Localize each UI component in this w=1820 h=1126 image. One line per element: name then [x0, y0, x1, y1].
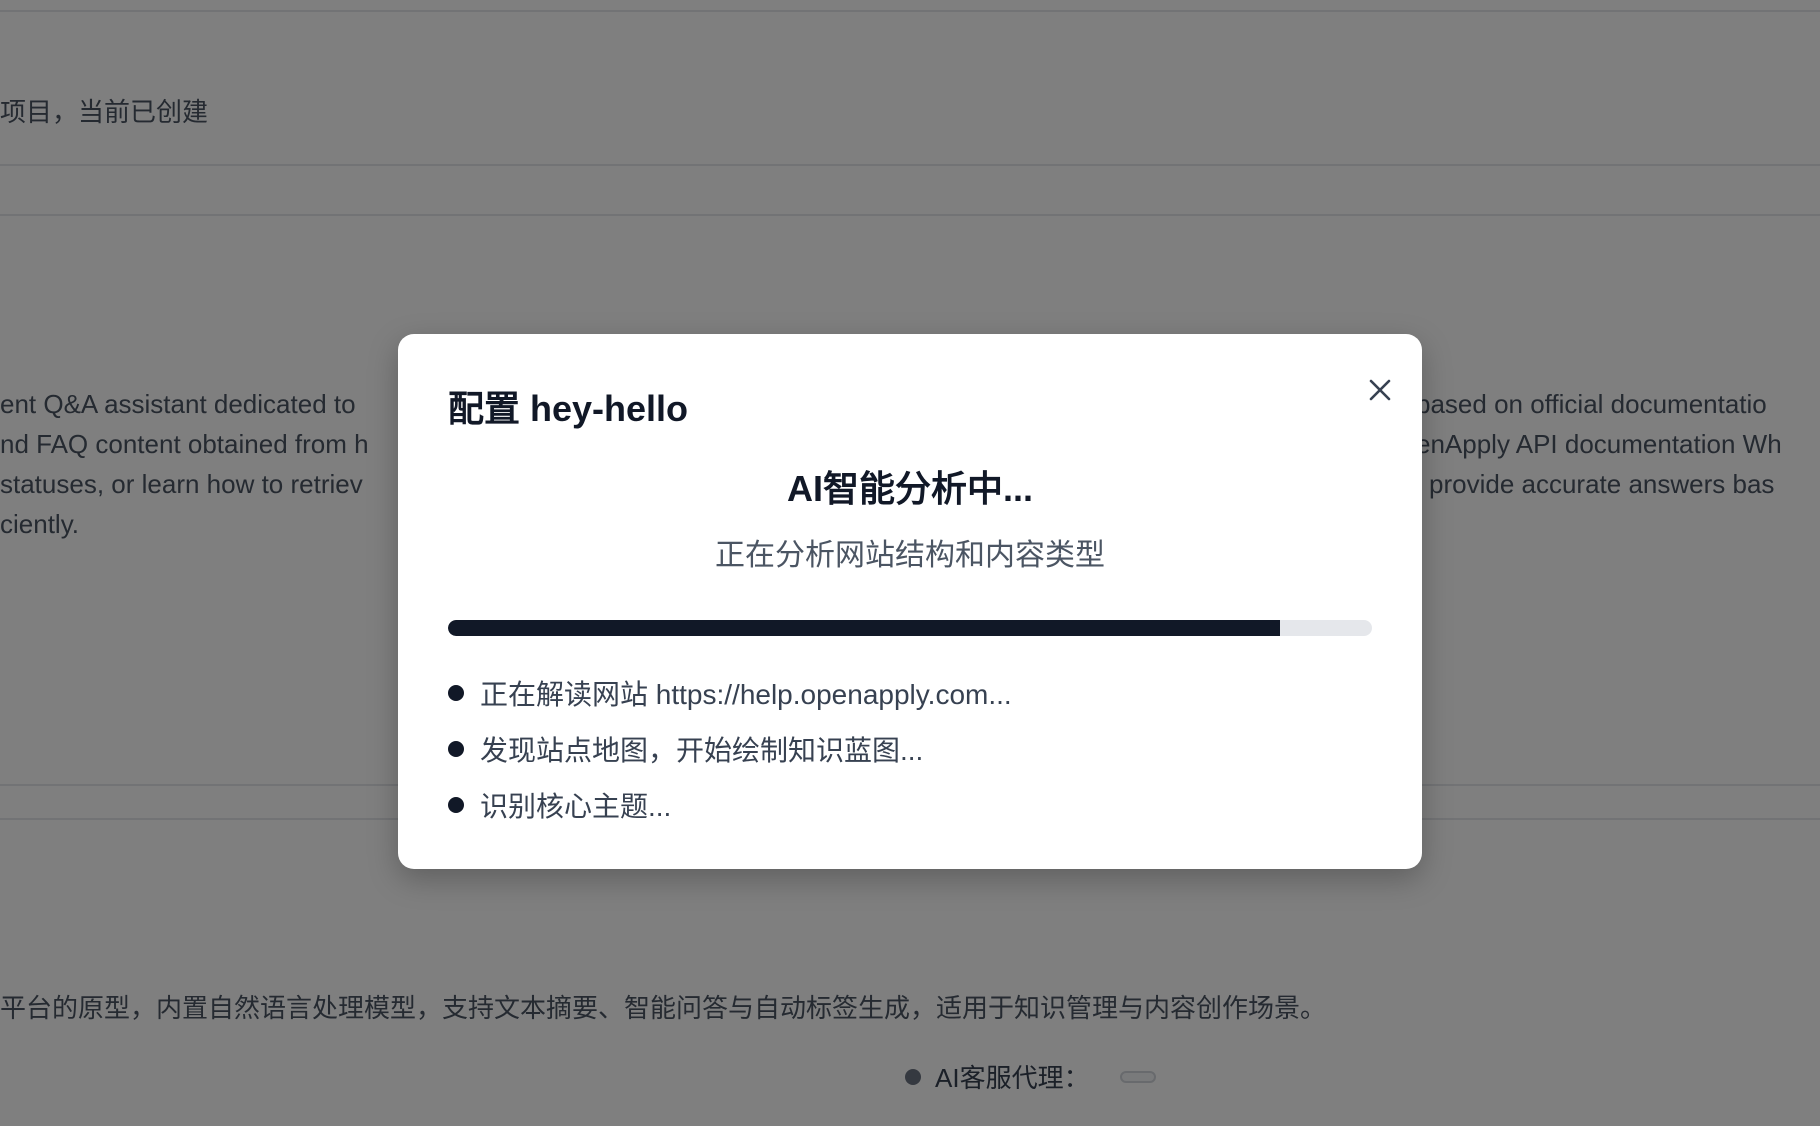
modal-title: 配置 hey-hello: [448, 388, 689, 429]
list-item: 正在解读网站 https://help.openapply.com...: [448, 665, 1372, 721]
list-item: 发现站点地图，开始绘制知识蓝图...: [448, 721, 1372, 777]
bullet-icon: [448, 685, 464, 701]
bullet-icon: [448, 797, 464, 813]
analysis-subheading: 正在分析网站结构和内容类型: [715, 539, 1105, 572]
bullet-icon: [448, 741, 464, 757]
analysis-steps: 正在解读网站 https://help.openapply.com... 发现站…: [448, 665, 1372, 833]
step-label: 正在解读网站 https://help.openapply.com...: [480, 679, 1012, 710]
config-modal: 配置 hey-hello AI智能分析中... 正在分析网站结构和内容类型 正在…: [398, 334, 1422, 869]
list-item: 识别核心主题...: [448, 777, 1372, 833]
step-label: 发现站点地图，开始绘制知识蓝图...: [480, 735, 924, 766]
analysis-heading: AI智能分析中...: [786, 468, 1033, 509]
close-button[interactable]: [1358, 368, 1402, 412]
step-label: 识别核心主题...: [480, 791, 672, 822]
progress-bar-fill: [448, 620, 1280, 636]
close-icon: [1369, 379, 1391, 401]
progress-bar: [448, 620, 1372, 636]
page: 项目，当前已创建 ent Q&A assistant dedicated to …: [0, 0, 1820, 1126]
